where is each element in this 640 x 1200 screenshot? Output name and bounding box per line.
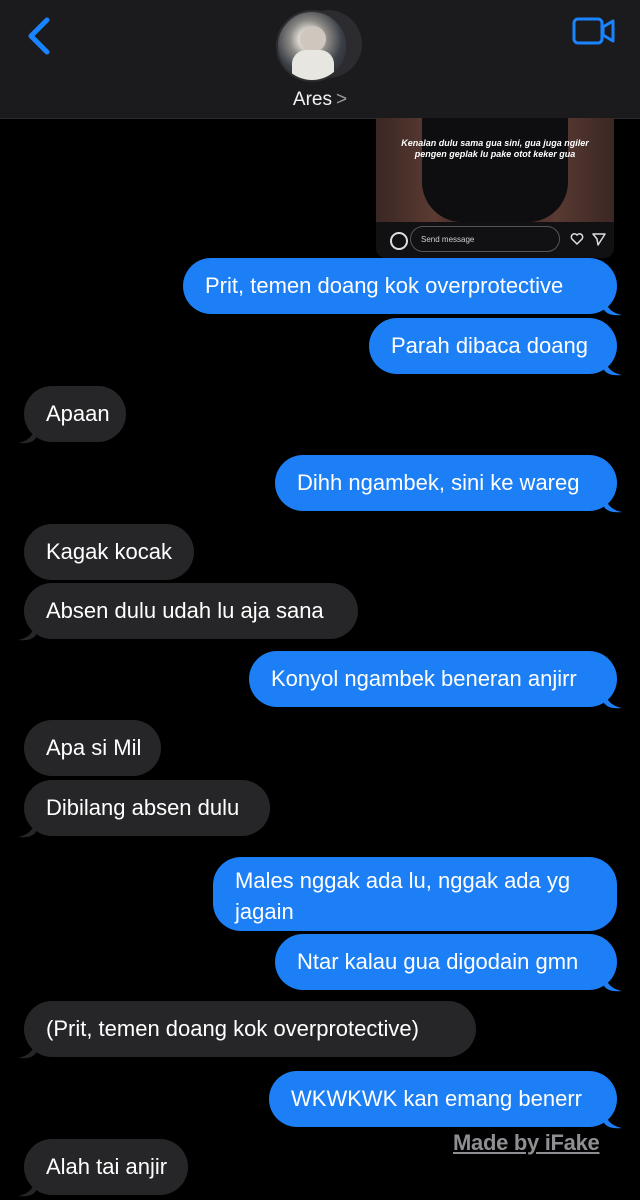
bubble-tail — [604, 493, 622, 513]
bubble-tail — [604, 296, 622, 316]
bubble-tail — [18, 818, 36, 838]
contact-name-button[interactable]: Ares > — [0, 89, 640, 111]
message-bubble-sent[interactable]: Dihh ngambek, sini ke wareg — [275, 455, 617, 511]
bubble-tail — [18, 1039, 36, 1059]
story-image: Kenalan dulu sama gua sini, gua juga ngi… — [376, 118, 614, 222]
avatar — [276, 10, 348, 82]
camera-icon[interactable] — [390, 232, 408, 250]
heart-icon[interactable] — [570, 232, 584, 246]
chevron-right-icon: > — [335, 89, 348, 110]
bubble-tail — [18, 424, 36, 444]
watermark-text: Made by iFake — [453, 1130, 600, 1155]
story-caption: Kenalan dulu sama gua sini, gua juga ngi… — [401, 138, 589, 159]
message-bubble-sent[interactable]: WKWKWK kan emang benerr — [269, 1071, 617, 1127]
send-icon[interactable] — [592, 232, 606, 246]
message-bubble-sent[interactable]: Ntar kalau gua digodain gmn — [275, 934, 617, 990]
bubble-tail — [604, 972, 622, 992]
message-bubble-received[interactable]: Kagak kocak — [24, 524, 194, 580]
message-bubble-sent[interactable]: Parah dibaca doang — [369, 318, 617, 374]
message-bubble-sent[interactable]: Konyol ngambek beneran anjirr — [249, 651, 617, 707]
shared-story-preview[interactable]: Kenalan dulu sama gua sini, gua juga ngi… — [376, 118, 614, 258]
message-bubble-received[interactable]: (Prit, temen doang kok overprotective) — [24, 1001, 476, 1057]
message-bubble-sent[interactable]: Prit, temen doang kok overprotective — [183, 258, 617, 314]
message-bubble-received[interactable]: Alah tai anjir — [24, 1139, 188, 1195]
conversation-header: Ares > — [0, 0, 640, 119]
story-reply-bar: Send message — [376, 222, 614, 258]
message-bubble-sent[interactable]: Males nggak ada lu, nggak ada yg jagain — [213, 857, 617, 931]
video-call-icon[interactable] — [572, 16, 616, 46]
message-bubble-received[interactable]: Absen dulu udah lu aja sana — [24, 583, 358, 639]
message-bubble-received[interactable]: Apaan — [24, 386, 126, 442]
bubble-tail — [604, 689, 622, 709]
story-message-input[interactable]: Send message — [410, 226, 560, 252]
contact-avatar[interactable] — [276, 10, 364, 82]
message-bubble-received[interactable]: Dibilang absen dulu — [24, 780, 270, 836]
bubble-tail — [604, 356, 622, 376]
back-chevron-icon[interactable] — [20, 14, 60, 58]
bubble-tail — [18, 1177, 36, 1197]
contact-name: Ares — [292, 89, 332, 110]
bubble-tail — [18, 621, 36, 641]
bubble-tail — [604, 1109, 622, 1129]
message-bubble-received[interactable]: Apa si Mil — [24, 720, 161, 776]
